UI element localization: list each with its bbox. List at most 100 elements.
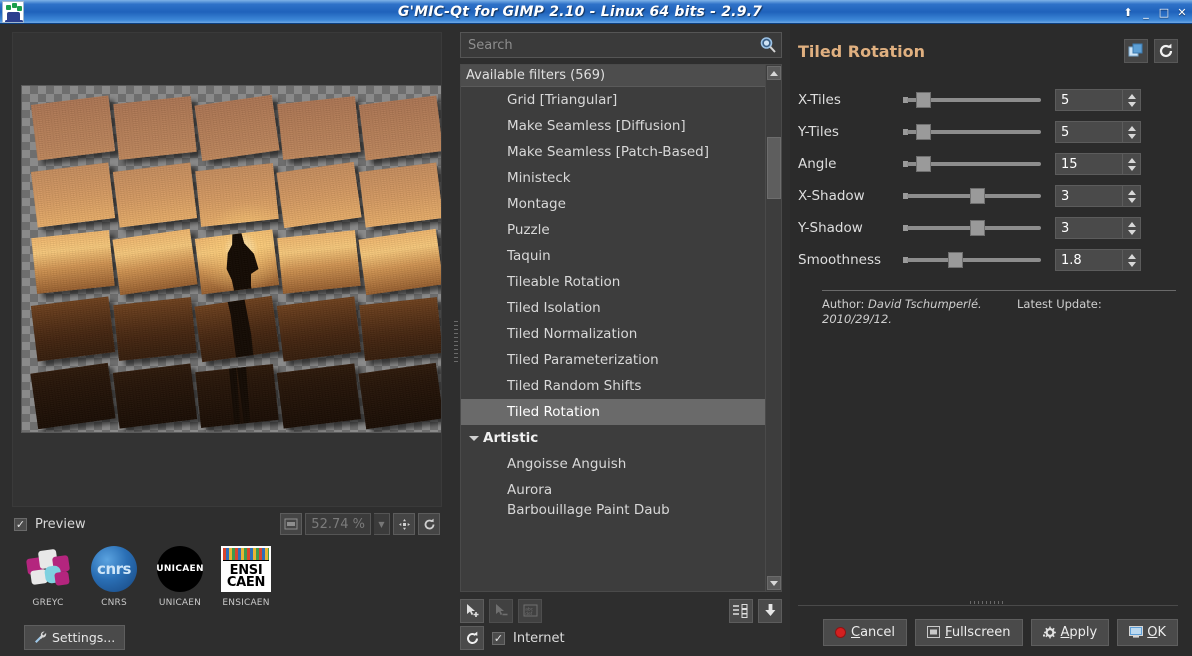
preview-image[interactable] [21,85,441,433]
spinner-arrows[interactable] [1123,185,1141,207]
parameter-slider[interactable] [903,218,1045,238]
slider-thumb[interactable] [947,252,963,268]
spinner-arrows[interactable] [1123,217,1141,239]
settings-button[interactable]: Settings... [24,625,126,650]
filter-list-item[interactable]: Grid [Triangular] [461,87,765,113]
slider-thumb[interactable] [970,220,986,236]
pane-splitter-left[interactable] [452,24,460,656]
parameter-value[interactable]: 3 [1055,185,1123,207]
parameter-slider[interactable] [903,250,1045,270]
filter-list-item[interactable]: Tiled Normalization [461,321,765,347]
filter-list-item[interactable]: Tileable Rotation [461,269,765,295]
spinner-down-icon[interactable] [1127,261,1136,267]
filter-list-item[interactable]: Make Seamless [Diffusion] [461,113,765,139]
slider-thumb[interactable] [916,92,932,108]
parameter-slider[interactable] [903,90,1045,110]
refresh-icon[interactable] [460,626,484,650]
filter-list-item[interactable]: Tiled Parameterization [461,347,765,373]
filters-scrollbar[interactable] [765,65,781,591]
slider-thumb[interactable] [916,124,932,140]
fullscreen-button[interactable]: Fullscreen [915,618,1023,646]
spinner-arrows[interactable] [1123,89,1141,111]
rollup-button[interactable]: ⬆ [1122,7,1134,18]
filter-item-label: Tiled Rotation [507,404,600,420]
preview-frame[interactable] [12,32,442,507]
resize-grip[interactable] [970,601,1006,604]
scroll-down-button[interactable] [767,576,781,590]
filter-list-item[interactable]: Barbouillage Paint Daub [461,503,765,517]
spinner-down-icon[interactable] [1127,197,1136,203]
spinner-down-icon[interactable] [1127,229,1136,235]
parameter-spinbox[interactable]: 1.8 [1055,249,1141,271]
spinner-up-icon[interactable] [1127,221,1136,227]
ok-button[interactable]: OK [1117,618,1178,646]
ok-monitor-icon [1129,625,1144,639]
preview-checkbox[interactable]: ✓ [14,517,27,531]
slider-track[interactable] [907,258,1041,262]
apply-button[interactable]: Apply [1030,618,1110,646]
spinner-arrows[interactable] [1123,121,1141,143]
add-favorite-icon[interactable] [460,598,484,623]
chevron-down-icon[interactable]: ▼ [374,513,390,535]
search-icon[interactable] [759,36,777,54]
spinner-up-icon[interactable] [1127,125,1136,131]
parameter-value[interactable]: 15 [1055,153,1123,175]
spinner-up-icon[interactable] [1127,189,1136,195]
filter-list-item[interactable]: Tiled Rotation [461,399,765,425]
parameter-spinbox[interactable]: 5 [1055,121,1141,143]
preview-controls: ✓ Preview 52.74 % ▼ [12,511,442,537]
filters-list[interactable]: Available filters (569) Grid [Triangular… [460,64,782,592]
parameter-spinbox[interactable]: 5 [1055,89,1141,111]
spinner-down-icon[interactable] [1127,165,1136,171]
minimize-button[interactable]: _ [1140,7,1152,18]
filter-list-item[interactable]: Taquin [461,243,765,269]
zoom-in-icon[interactable] [393,513,415,535]
parameter-value[interactable]: 5 [1055,121,1123,143]
parameter-slider[interactable] [903,154,1045,174]
chevron-down-icon[interactable] [469,436,479,441]
slider-thumb[interactable] [970,188,986,204]
window-titlebar[interactable]: G'MIC-Qt for GIMP 2.10 - Linux 64 bits -… [0,0,1192,24]
filter-list-item[interactable]: Angoisse Anguish [461,451,765,477]
fit-icon[interactable] [280,513,303,535]
parameter-spinbox[interactable]: 3 [1055,185,1141,207]
scrollbar-thumb[interactable] [767,137,781,199]
filter-list-item[interactable]: Tiled Isolation [461,295,765,321]
spinner-up-icon[interactable] [1127,253,1136,259]
copy-parameters-icon[interactable] [1124,39,1148,63]
slider-thumb[interactable] [916,156,932,172]
parameter-value[interactable]: 5 [1055,89,1123,111]
filter-list-item[interactable]: Montage [461,191,765,217]
cancel-button[interactable]: Cancel [823,618,908,646]
filter-list-item[interactable]: Tiled Random Shifts [461,373,765,399]
parameter-value[interactable]: 1.8 [1055,249,1123,271]
close-button[interactable]: ✕ [1176,7,1188,18]
reset-zoom-icon[interactable] [418,513,440,535]
preview-tile [194,295,280,363]
filter-list-item[interactable]: Puzzle [461,217,765,243]
spinner-up-icon[interactable] [1127,157,1136,163]
spinner-down-icon[interactable] [1127,133,1136,139]
internet-checkbox[interactable]: ✓ [492,631,505,645]
parameter-slider[interactable] [903,186,1045,206]
parameter-spinbox[interactable]: 3 [1055,217,1141,239]
scroll-up-button[interactable] [767,66,781,80]
spinner-down-icon[interactable] [1127,101,1136,107]
filter-list-item[interactable]: Ministeck [461,165,765,191]
filter-list-icon[interactable] [729,598,753,623]
search-input[interactable] [460,32,782,58]
filter-item-label: Puzzle [507,222,550,238]
filter-list-item[interactable]: Aurora [461,477,765,503]
zoom-level-field[interactable]: 52.74 % [305,513,371,535]
maximize-button[interactable]: □ [1158,7,1170,18]
download-icon[interactable] [758,598,782,623]
filter-list-item[interactable]: Make Seamless [Patch-Based] [461,139,765,165]
filter-category[interactable]: Artistic [461,425,765,451]
spinner-arrows[interactable] [1123,249,1141,271]
parameter-slider[interactable] [903,122,1045,142]
parameter-value[interactable]: 3 [1055,217,1123,239]
reset-parameters-icon[interactable] [1154,39,1178,63]
spinner-arrows[interactable] [1123,153,1141,175]
parameter-spinbox[interactable]: 15 [1055,153,1141,175]
spinner-up-icon[interactable] [1127,93,1136,99]
